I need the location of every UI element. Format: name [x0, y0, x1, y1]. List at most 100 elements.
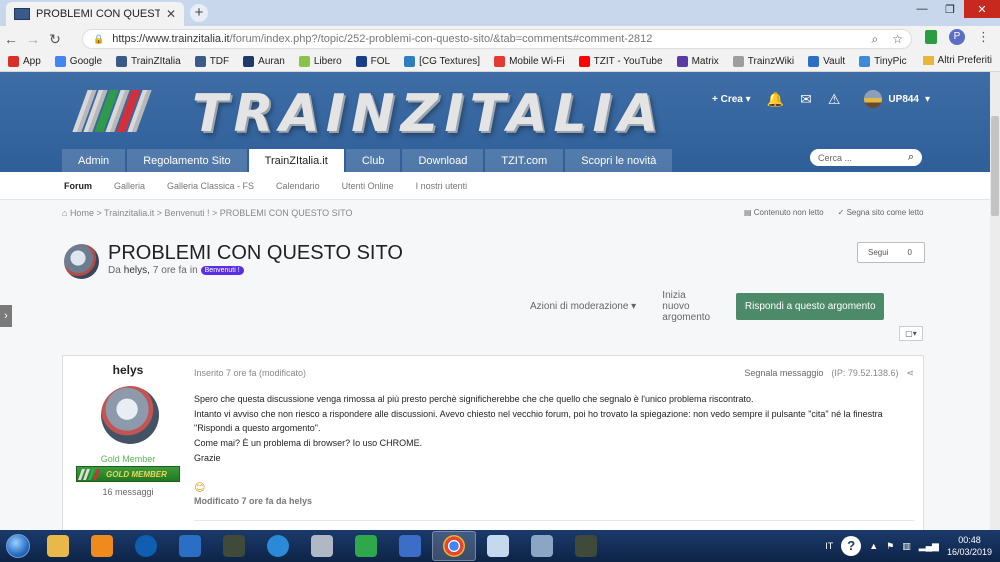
profile-avatar[interactable]: P: [949, 29, 965, 45]
bookmark-item[interactable]: [CG Textures]: [404, 56, 480, 67]
site-logo[interactable]: TRAINZITALIA: [192, 84, 664, 144]
subnav-forum[interactable]: Forum: [64, 181, 92, 191]
bookmark-item[interactable]: Auran: [243, 56, 285, 67]
bookmark-item[interactable]: TinyPic: [859, 56, 907, 67]
moderation-dropdown[interactable]: Azioni di moderazione ▾: [530, 301, 636, 312]
scrollbar-thumb[interactable]: [991, 116, 999, 216]
clock-date: 16/03/2019: [946, 547, 992, 557]
close-window-icon[interactable]: ✕: [964, 0, 1000, 18]
taskbar-media[interactable]: [80, 531, 124, 561]
window-controls: — ❐ ✕: [908, 0, 1000, 18]
create-button[interactable]: + Crea ▾: [712, 94, 751, 105]
menu-icon[interactable]: ⋮: [977, 29, 990, 45]
vault-icon: [808, 56, 820, 67]
author-avatar[interactable]: [101, 386, 159, 444]
subnav-utenti-online[interactable]: Utenti Online: [342, 181, 394, 191]
bookmark-item[interactable]: Vault: [808, 56, 845, 67]
warning-icon[interactable]: ⚠: [828, 91, 841, 108]
search-icon[interactable]: ⌕: [908, 151, 914, 164]
bookmark-item[interactable]: TDF: [194, 56, 229, 67]
reply-button[interactable]: Rispondi a questo argomento: [736, 292, 885, 320]
topic-author-avatar[interactable]: [64, 244, 99, 279]
user-menu[interactable]: UP844 ▾: [864, 90, 930, 108]
taskbar-green-app[interactable]: [344, 531, 388, 561]
taskbar-search[interactable]: [300, 531, 344, 561]
tab-close-icon[interactable]: ✕: [166, 7, 176, 21]
tab-admin[interactable]: Admin: [62, 149, 126, 172]
help-icon[interactable]: ?: [841, 536, 862, 556]
message-count: 16 messaggi: [102, 487, 154, 497]
new-tab-button[interactable]: +: [190, 4, 208, 22]
taskbar-docs[interactable]: [476, 531, 520, 561]
mark-read-link[interactable]: ✓ Segna sito come letto: [838, 208, 924, 217]
bookmark-item[interactable]: FOL: [355, 56, 390, 67]
tab-tzit[interactable]: TZIT.com: [485, 149, 564, 172]
back-icon[interactable]: ←: [0, 31, 22, 47]
tab-club[interactable]: Club: [345, 149, 401, 172]
tab-novita[interactable]: Scopri le novità: [565, 149, 673, 172]
taskbar-window[interactable]: [520, 531, 564, 561]
bookmark-star-icon[interactable]: ☆: [892, 32, 903, 47]
taskbar-check[interactable]: [168, 531, 212, 561]
view-toggle[interactable]: ▢▾: [899, 326, 923, 341]
envelope-icon[interactable]: ✉: [800, 91, 812, 108]
bookmark-item[interactable]: TrainZItalia: [116, 56, 181, 67]
topic-author-link[interactable]: helys,: [124, 265, 150, 276]
taskbar-hp[interactable]: [124, 531, 168, 561]
flag-icon[interactable]: ⚑: [886, 541, 894, 552]
bookmark-item[interactable]: App: [8, 56, 41, 67]
unread-icon: ▤: [744, 208, 754, 217]
side-panel-arrow-icon[interactable]: ›: [0, 305, 12, 327]
taskbar-train2[interactable]: [564, 531, 608, 561]
tab-download[interactable]: Download: [402, 149, 484, 172]
taskbar-ie[interactable]: [256, 531, 300, 561]
taskbar-chrome[interactable]: [432, 531, 476, 561]
subnav-galleria[interactable]: Galleria: [114, 181, 145, 191]
forum-badge[interactable]: Benvenuti !: [200, 266, 244, 275]
subnav-calendario[interactable]: Calendario: [276, 181, 320, 191]
tab-trainzitalia[interactable]: TrainZItalia.it: [248, 149, 344, 172]
folder-icon: [47, 535, 69, 557]
author-name[interactable]: helys: [63, 363, 193, 377]
browser-tab[interactable]: PROBLEMI CON QUESTO SITO - ✕: [6, 2, 184, 26]
feather-icon: [399, 535, 421, 557]
zoom-icon[interactable]: ⌕: [872, 32, 879, 47]
share-icon[interactable]: ⋖: [906, 368, 914, 379]
subnav-galleria-classica[interactable]: Galleria Classica - FS: [167, 181, 254, 191]
bookmark-item[interactable]: Google: [54, 56, 102, 67]
bell-icon[interactable]: 🔔: [767, 91, 784, 108]
post-ip[interactable]: (IP: 79.52.138.6): [831, 368, 898, 379]
taskbar-explorer[interactable]: [36, 531, 80, 561]
breadcrumb[interactable]: ⌂ Home > Trainzitalia.it > Benvenuti ! >…: [62, 208, 352, 218]
forward-icon[interactable]: →: [22, 31, 44, 47]
start-button[interactable]: [0, 531, 36, 561]
show-hidden-icon[interactable]: ▲: [869, 541, 878, 551]
reload-icon[interactable]: ↻: [44, 31, 66, 48]
address-bar[interactable]: 🔒 https://www.trainzitalia.it/forum/inde…: [82, 29, 912, 49]
language-indicator[interactable]: IT: [825, 541, 833, 551]
follow-button[interactable]: Segui 0: [857, 242, 925, 263]
folder-icon: [922, 56, 934, 65]
start-topic-button[interactable]: Inizia nuovo argomento: [662, 290, 710, 323]
subnav-utenti[interactable]: I nostri utenti: [416, 181, 468, 191]
signal-icon[interactable]: ▂▄▆: [919, 541, 939, 552]
clock[interactable]: 00:48 16/03/2019: [947, 534, 992, 558]
bookmark-item[interactable]: TZIT - YouTube: [578, 56, 663, 67]
other-bookmarks[interactable]: Altri Preferiti: [922, 55, 992, 66]
post-timestamp[interactable]: Inserito 7 ore fa (modificato): [194, 368, 306, 378]
maximize-icon[interactable]: ❐: [936, 0, 964, 18]
search-input[interactable]: Cerca ... ⌕: [810, 149, 922, 166]
minimize-icon[interactable]: —: [908, 0, 936, 18]
bookmark-item[interactable]: Matrix: [676, 56, 719, 67]
extension-icon[interactable]: [925, 30, 937, 44]
taskbar-feather[interactable]: [388, 531, 432, 561]
unread-content-link[interactable]: ▤ Contenuto non letto: [744, 208, 824, 217]
bookmark-item[interactable]: Mobile Wi-Fi: [494, 56, 565, 67]
network-icon[interactable]: ▥: [902, 541, 911, 552]
tab-regolamento[interactable]: Regolamento Sito: [127, 149, 247, 172]
bookmark-item[interactable]: TrainzWiki: [732, 56, 794, 67]
google-icon: [54, 56, 66, 67]
report-link[interactable]: Segnala messaggio: [744, 368, 823, 379]
taskbar-train[interactable]: [212, 531, 256, 561]
bookmark-item[interactable]: Libero: [298, 56, 342, 67]
